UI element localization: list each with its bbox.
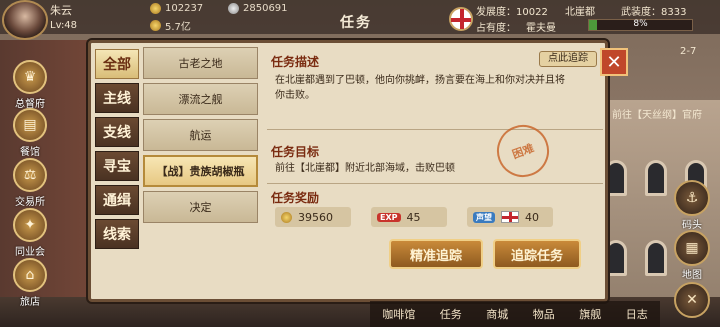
side-item-label: 同业会 (15, 247, 45, 258)
tab-wanted[interactable]: 通缉 (95, 185, 139, 215)
quest-panel: 全部 主线 支线 寻宝 通缉 线索 古老之地 漂流之舰 航运 【战】贵族胡椒瓶 … (88, 40, 608, 302)
reward-exp: EXP 45 (371, 207, 447, 227)
nav-log[interactable]: 日志 (626, 306, 648, 322)
handshake-icon: ✦ (13, 208, 47, 242)
divider (267, 183, 603, 184)
development-stat: 发展度：10022 (476, 7, 548, 18)
bed-icon: ⌂ (13, 258, 47, 292)
tab-treasure[interactable]: 寻宝 (95, 151, 139, 181)
side-item-exchange[interactable]: ⚖ 交易所 (6, 158, 54, 208)
reward-reputation-value: 40 (525, 210, 539, 224)
nav-shop[interactable]: 商城 (486, 306, 508, 322)
right-item-settings[interactable]: ✕ (670, 282, 714, 318)
bread-icon: ▤ (13, 108, 47, 142)
reward-coins: 39560 (275, 207, 351, 227)
quest-list: 古老之地 漂流之舰 航运 【战】贵族胡椒瓶 决定 (143, 47, 258, 297)
avatar[interactable] (2, 0, 48, 40)
quest-item[interactable]: 航运 (143, 119, 258, 151)
silver-coin-icon (228, 3, 239, 14)
reward-chip: 39560 (275, 207, 351, 227)
reward-exp-value: 45 (406, 210, 421, 224)
gold-coin-icon (150, 3, 161, 14)
player-name: 朱云 (50, 4, 72, 17)
nav-cafe[interactable]: 咖啡馆 (382, 306, 415, 322)
quest-item[interactable]: 古老之地 (143, 47, 258, 79)
exp-tag: EXP (377, 212, 401, 222)
track-quest-button[interactable]: 追踪任务 (493, 239, 581, 269)
reward-reputation: 声望 40 (467, 207, 553, 227)
goal-title: 任务目标 (271, 145, 320, 159)
window (605, 240, 627, 276)
reward-chip: EXP 45 (371, 207, 447, 227)
game-screen: { "player": { "name": "朱云", "level": "Lv… (0, 0, 720, 327)
tab-side[interactable]: 支线 (95, 117, 139, 147)
track-link-button[interactable]: 点此追踪 (539, 51, 597, 67)
page-indicator: 2-7 (680, 46, 697, 57)
right-item-dock[interactable]: ⚓ 码头 (670, 180, 714, 231)
anchor-icon: ⚓ (674, 180, 710, 216)
player-level: Lv:48 (50, 20, 78, 31)
description-title: 任务描述 (271, 55, 320, 69)
cash-stat: 5.7亿 (150, 18, 191, 33)
gold-value: 102237 (165, 3, 204, 14)
window (605, 160, 627, 196)
reward-title: 任务奖励 (271, 191, 320, 205)
gold-stat: 102237 (150, 3, 203, 14)
england-flag-icon[interactable] (449, 7, 473, 31)
route-text: 前往【天丝纲】官府 (612, 110, 702, 121)
bottom-nav: 咖啡馆 任务 商城 物品 旗舰 日志 (370, 301, 660, 327)
reward-chip: 声望 40 (467, 207, 553, 227)
tab-main[interactable]: 主线 (95, 83, 139, 113)
occupancy-percent: 8% (633, 19, 648, 29)
scale-icon: ⚖ (13, 158, 47, 192)
quest-item[interactable]: 漂流之舰 (143, 83, 258, 115)
right-item-map[interactable]: ▦ 地图 (670, 230, 714, 281)
nav-quest[interactable]: 任务 (440, 306, 462, 322)
side-item-inn[interactable]: ⌂ 旅店 (6, 258, 54, 308)
nav-items[interactable]: 物品 (533, 306, 555, 322)
crossed-swords-icon: ✕ (674, 282, 710, 318)
side-item-label: 餐馆 (20, 147, 40, 158)
side-item-guild[interactable]: ✦ 同业会 (6, 208, 54, 258)
right-item-label: 码头 (682, 220, 702, 231)
precise-track-button[interactable]: 精准追踪 (389, 239, 483, 269)
window (645, 160, 667, 196)
side-item-label: 旅店 (20, 297, 40, 308)
right-item-label: 地图 (682, 270, 702, 281)
map-icon: ▦ (674, 230, 710, 266)
screen-title: 任务 (340, 15, 372, 31)
cash-icon (150, 20, 161, 31)
port-name: 北崖都 (565, 7, 595, 18)
quest-detail: 点此追踪 任务描述 在北崖都遇到了巴顿，他向你挑衅，扬言要在海上和你对决并且将你… (267, 45, 603, 297)
coin-icon (281, 211, 292, 223)
precise-track-label: 精准追踪 (409, 248, 462, 264)
side-item-label: 交易所 (15, 197, 45, 208)
occupancy-label: 占有度： (476, 23, 516, 34)
reward-coins-value: 39560 (298, 210, 333, 224)
occupancy-progress: 8% (588, 19, 693, 31)
window (645, 240, 667, 276)
cash-value: 5.7亿 (165, 22, 191, 33)
side-item-restaurant[interactable]: ▤ 餐馆 (6, 108, 54, 158)
crown-icon: ♛ (13, 60, 47, 94)
quest-item-selected[interactable]: 【战】贵族胡椒瓶 (143, 155, 258, 187)
silver-stat: 2850691 (228, 3, 288, 14)
divider (267, 129, 603, 130)
tab-clue[interactable]: 线索 (95, 219, 139, 249)
nav-flagship[interactable]: 旗舰 (579, 306, 601, 322)
silver-value: 2850691 (243, 3, 288, 14)
quest-item[interactable]: 决定 (143, 191, 258, 223)
category-tabs: 全部 主线 支线 寻宝 通缉 线索 (95, 49, 139, 253)
england-flag-icon (501, 211, 519, 223)
tab-all[interactable]: 全部 (95, 49, 139, 79)
description-text: 在北崖都遇到了巴顿，他向你挑衅，扬言要在海上和你对决并且将你击败。 (275, 75, 565, 101)
side-item-governor[interactable]: ♛ 总督府 (6, 60, 54, 110)
occupancy-owner: 霍夫曼 (526, 23, 556, 34)
close-button[interactable]: ✕ (600, 48, 628, 76)
military-stat: 武装度：8333 (621, 7, 687, 18)
reputation-tag: 声望 (473, 211, 495, 223)
